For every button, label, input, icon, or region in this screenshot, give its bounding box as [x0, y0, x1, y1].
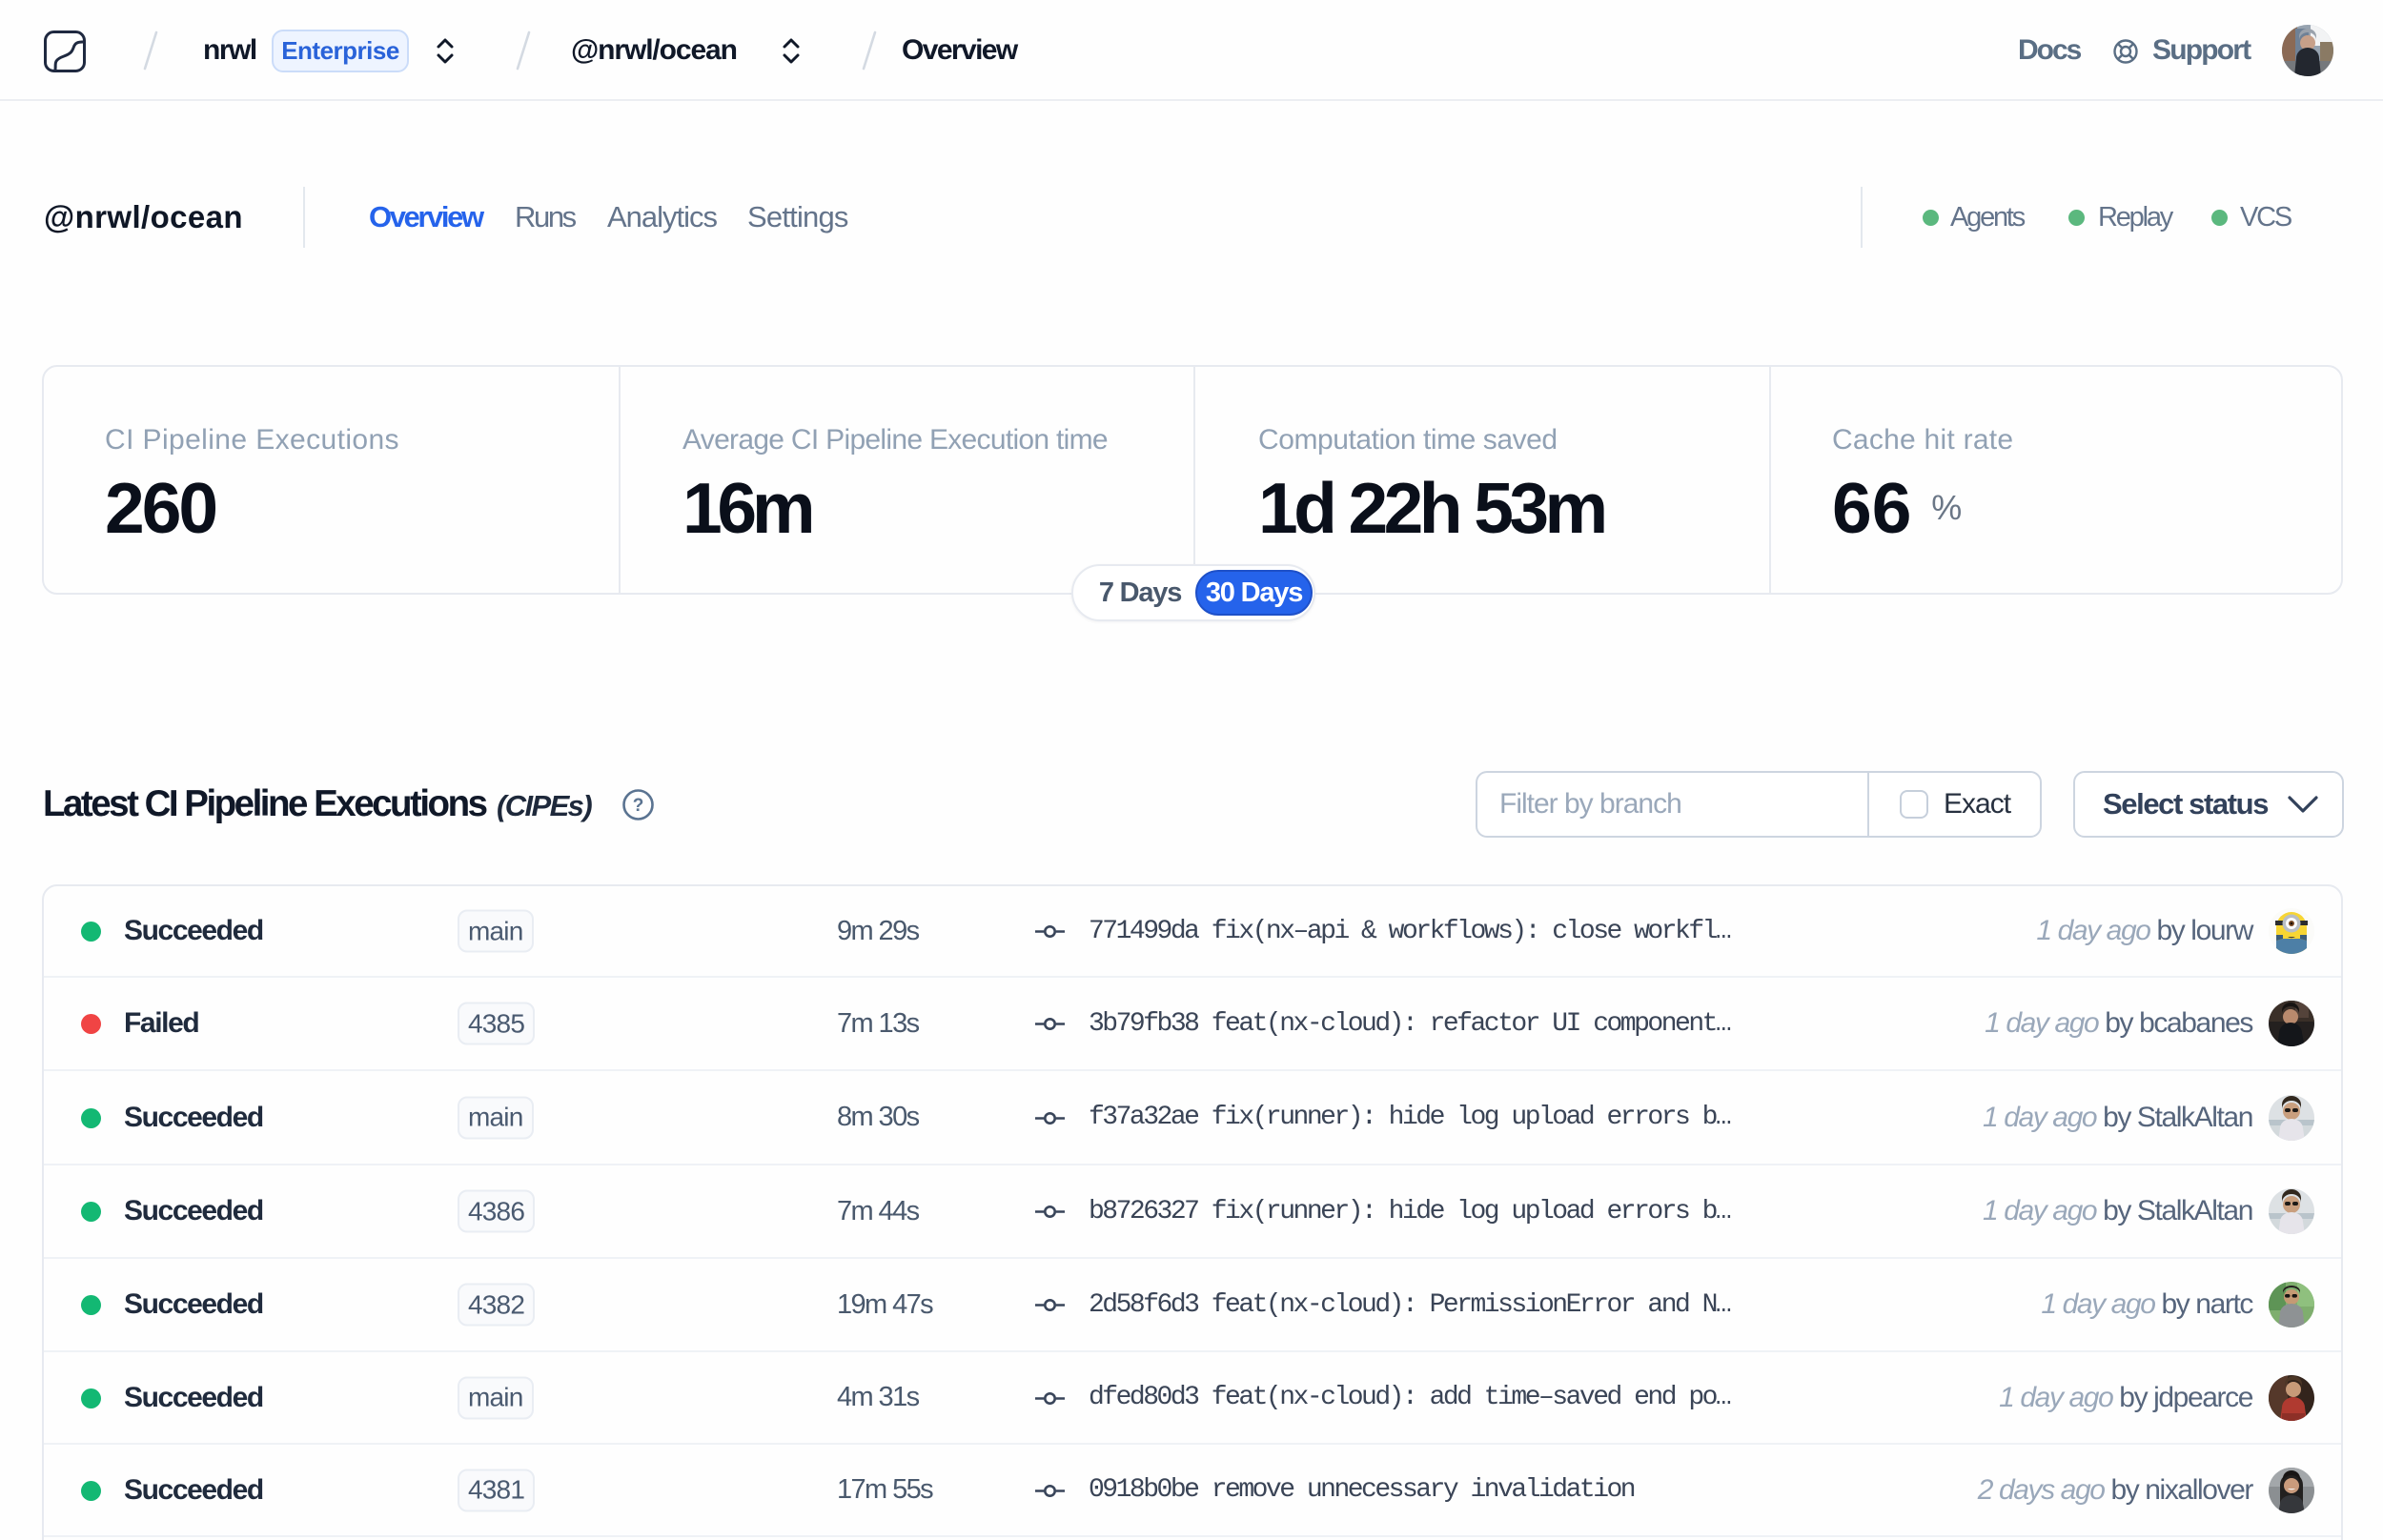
svg-text:?: ?	[633, 796, 644, 816]
